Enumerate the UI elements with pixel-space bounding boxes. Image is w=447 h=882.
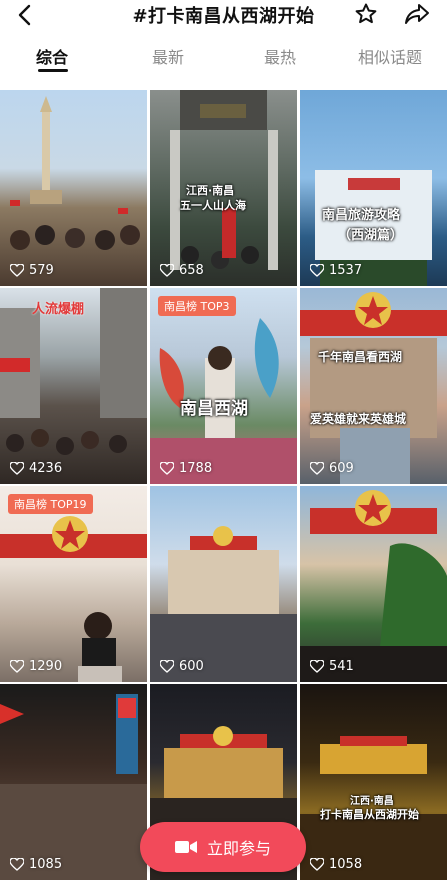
like-count-value: 1788 (179, 461, 213, 476)
like-count: 1085 (10, 857, 62, 872)
like-count-value: 1058 (329, 857, 363, 872)
heart-icon (160, 660, 174, 673)
post-card[interactable]: 579 (0, 90, 147, 286)
heart-icon (310, 660, 324, 673)
heart-icon (10, 858, 24, 871)
like-count: 579 (10, 263, 54, 278)
post-thumbnail (150, 318, 297, 484)
post-card[interactable]: 江西·南昌 五一人山人海 658 (150, 90, 297, 286)
post-card[interactable]: 南昌旅游攻略 （西湖篇） 1537 (300, 90, 447, 286)
post-card[interactable]: 南昌榜 TOP3 南昌西湖 1788 (150, 288, 297, 484)
join-button[interactable]: 立即参与 (140, 822, 306, 872)
share-button[interactable] (402, 1, 432, 27)
post-card[interactable]: 人流爆棚 4236 (0, 288, 147, 484)
post-grid: 579 江西·南昌 五一人山人海 658 南昌旅游攻略 （西湖篇） 1537 人… (0, 78, 447, 882)
post-thumbnail (300, 736, 447, 880)
like-count-value: 600 (179, 659, 204, 674)
post-caption: （西湖篇） (338, 228, 404, 243)
active-tab-indicator (38, 69, 68, 72)
like-count: 1788 (160, 461, 212, 476)
post-caption: 人流爆棚 (32, 302, 85, 317)
like-count-value: 658 (179, 263, 204, 278)
post-caption: 五一人山人海 (180, 199, 246, 212)
tab-hottest[interactable]: 最热 (264, 44, 296, 68)
like-count: 541 (310, 659, 354, 674)
ranking-badge: 南昌榜 TOP3 (158, 296, 236, 316)
post-thumbnail (300, 490, 447, 682)
heart-icon (10, 660, 24, 673)
post-card[interactable]: 1085 (0, 684, 147, 880)
post-caption: 南昌旅游攻略 (322, 208, 401, 223)
like-count: 609 (310, 461, 354, 476)
post-thumbnail (10, 96, 140, 250)
like-count-value: 541 (329, 659, 354, 674)
post-thumbnail (300, 292, 447, 484)
heart-icon (160, 264, 174, 277)
post-card[interactable]: 千年南昌看西湖 爱英雄就来英雄城 609 (300, 288, 447, 484)
post-caption: 爱英雄就来英雄城 (310, 412, 407, 426)
like-count: 1290 (10, 659, 62, 674)
post-card[interactable]: 南昌榜 TOP19 1290 (0, 486, 147, 682)
ranking-badge: 南昌榜 TOP19 (8, 494, 93, 514)
tab-latest[interactable]: 最新 (152, 44, 184, 68)
post-card[interactable]: 600 (150, 486, 297, 682)
post-card[interactable]: 江西·南昌 打卡南昌从西湖开始 1058 (300, 684, 447, 880)
like-count-value: 609 (329, 461, 354, 476)
heart-icon (310, 264, 324, 277)
post-card[interactable]: 541 (300, 486, 447, 682)
star-icon (355, 3, 377, 24)
share-icon (405, 4, 429, 24)
like-count: 4236 (10, 461, 62, 476)
like-count-value: 1085 (29, 857, 63, 872)
topic-page: #打卡南昌从西湖开始 综合 最新 最热 相似话题 579 江西·南昌 五一人山人… (0, 0, 447, 882)
tab-similar-topics[interactable]: 相似话题 (358, 44, 422, 68)
heart-icon (160, 462, 174, 475)
like-count-value: 4236 (29, 461, 63, 476)
post-caption: 江西·南昌 (350, 796, 394, 807)
like-count-value: 579 (29, 263, 54, 278)
post-thumbnail (315, 170, 432, 286)
video-camera-icon (174, 841, 197, 853)
like-count-value: 1537 (329, 263, 363, 278)
heart-icon (10, 462, 24, 475)
post-thumbnail (0, 516, 147, 682)
heart-icon (310, 462, 324, 475)
post-thumbnail (0, 288, 147, 455)
tab-bar: 综合 最新 最热 相似话题 (0, 38, 447, 72)
like-count: 1537 (310, 263, 362, 278)
post-caption: 千年南昌看西湖 (318, 350, 403, 364)
post-caption: 江西·南昌 (186, 184, 235, 197)
heart-icon (310, 858, 324, 871)
join-button-label: 立即参与 (206, 839, 271, 858)
tab-comprehensive[interactable]: 综合 (36, 44, 68, 68)
like-count: 600 (160, 659, 204, 674)
like-count: 658 (160, 263, 204, 278)
post-thumbnail (150, 526, 297, 682)
post-thumbnail (0, 694, 147, 880)
post-caption: 打卡南昌从西湖开始 (320, 808, 419, 821)
top-bar: #打卡南昌从西湖开始 (0, 0, 447, 30)
heart-icon (10, 264, 24, 277)
like-count: 1058 (310, 857, 362, 872)
like-count-value: 1290 (29, 659, 63, 674)
post-caption: 南昌西湖 (180, 399, 248, 419)
favorite-button[interactable] (352, 1, 380, 27)
